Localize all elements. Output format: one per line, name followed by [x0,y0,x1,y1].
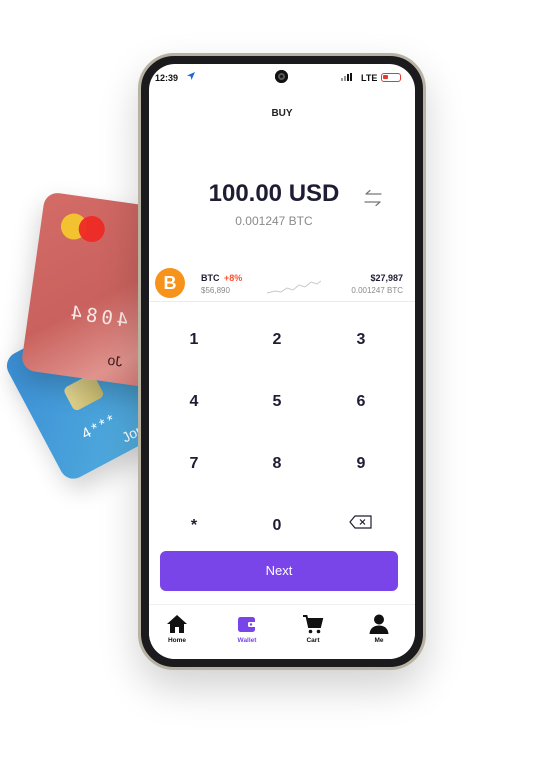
nav-item-cart[interactable]: Cart [291,613,335,644]
user-icon [369,614,389,634]
bottom-nav: Home Wallet Cart Me [149,604,415,659]
key-asterisk[interactable]: * [154,506,234,546]
status-bar: 12:39 LTE [149,64,415,90]
nav-label-cart: Cart [306,637,320,644]
key-0[interactable]: 0 [237,506,317,546]
nav-item-home[interactable]: Home [155,613,199,644]
key-1[interactable]: 1 [154,320,234,360]
bitcoin-icon: B [155,268,185,298]
nav-label-me: Me [374,637,384,644]
btc-ticker-row[interactable]: B BTC +8% $56,890 $27,987 0.001247 BTC [149,260,415,302]
next-button[interactable]: Next [160,551,398,591]
nav-item-me[interactable]: Me [357,613,401,644]
key-3[interactable]: 3 [321,320,401,360]
home-icon [167,615,187,633]
wallet-icon [238,617,257,632]
ticker-low: $56,890 [201,286,230,295]
card-signature: Jo [106,351,124,370]
signal-icon [341,73,352,81]
key-2[interactable]: 2 [237,320,317,360]
key-9[interactable]: 9 [321,444,401,484]
ticker-symbol: BTC [201,273,220,283]
nav-label-home: Home [167,637,187,644]
location-arrow-icon [187,72,195,80]
ticker-btc-amount: 0.001247 BTC [351,286,403,295]
key-backspace[interactable] [321,502,401,542]
cart-icon [303,615,324,634]
ticker-change: +8% [224,273,243,283]
amount-secondary: 0.001247 BTC [235,214,313,228]
nav-item-wallet[interactable]: Wallet [225,613,269,644]
phone-screen: 12:39 LTE BUY 100.00 USD 0.001247 BTC B … [149,64,415,659]
key-7[interactable]: 7 [154,444,234,484]
card-number: 4*** [78,410,121,443]
front-camera-icon [275,70,288,83]
ticker-price: $27,987 [370,273,403,283]
price-sparkline [267,280,321,294]
backspace-icon [349,515,372,529]
page-title: BUY [271,108,293,119]
key-5[interactable]: 5 [237,382,317,422]
battery-icon [381,73,401,82]
key-8[interactable]: 8 [237,444,317,484]
nav-label-wallet: Wallet [237,637,257,644]
key-4[interactable]: 4 [154,382,234,422]
swap-currency-icon[interactable] [363,186,383,210]
key-6[interactable]: 6 [321,382,401,422]
amount-primary: 100.00 USD [208,180,340,207]
network-label: LTE [361,73,378,83]
card-number: 4084 [65,301,130,332]
status-time: 12:39 [155,73,179,83]
